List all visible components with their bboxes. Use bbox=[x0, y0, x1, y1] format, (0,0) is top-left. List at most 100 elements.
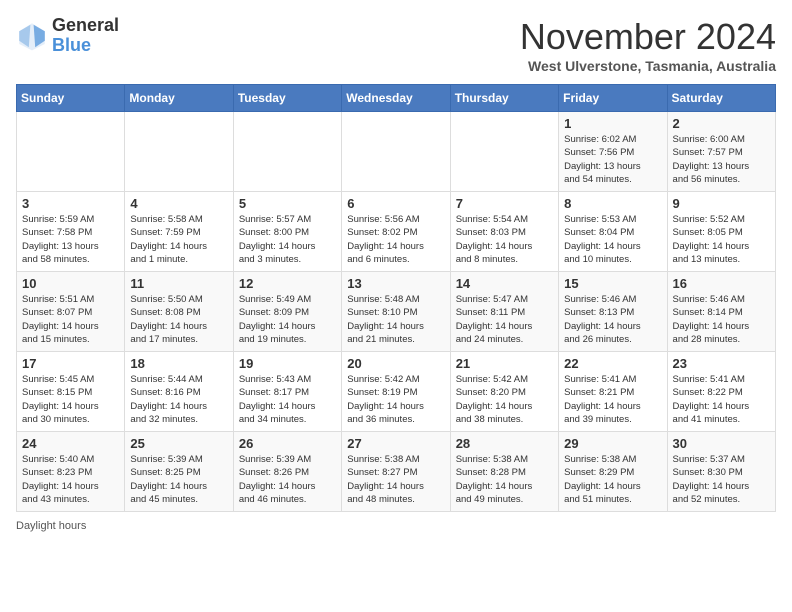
day-info: Sunrise: 5:43 AMSunset: 8:17 PMDaylight:… bbox=[239, 373, 336, 426]
calendar-cell: 4Sunrise: 5:58 AMSunset: 7:59 PMDaylight… bbox=[125, 192, 233, 272]
day-info: Sunrise: 5:38 AMSunset: 8:29 PMDaylight:… bbox=[564, 453, 661, 506]
calendar-cell: 1 Sunrise: 6:02 AMSunset: 7:56 PMDaylight… bbox=[559, 112, 667, 192]
calendar-cell bbox=[233, 112, 341, 192]
calendar-cell bbox=[342, 112, 450, 192]
day-info: Sunrise: 5:37 AMSunset: 8:30 PMDaylight:… bbox=[673, 453, 770, 506]
calendar-cell: 16 Sunrise: 5:46 AMSunset: 8:14 PMDayligh… bbox=[667, 272, 775, 352]
day-info: Sunrise: 5:56 AMSunset: 8:02 PMDaylight:… bbox=[347, 213, 444, 266]
calendar-cell: 11 Sunrise: 5:50 AMSunset: 8:08 PMDayligh… bbox=[125, 272, 233, 352]
day-info: Sunrise: 5:52 AMSunset: 8:05 PMDaylight:… bbox=[673, 213, 770, 266]
calendar-cell: 9 Sunrise: 5:52 AMSunset: 8:05 PMDaylight… bbox=[667, 192, 775, 272]
calendar-week-row: 1 Sunrise: 6:02 AMSunset: 7:56 PMDaylight… bbox=[17, 112, 776, 192]
day-info: Sunrise: 5:41 AMSunset: 8:22 PMDaylight:… bbox=[673, 373, 770, 426]
day-number: 17 bbox=[22, 356, 119, 371]
calendar-cell bbox=[17, 112, 125, 192]
day-info: Sunrise: 5:49 AMSunset: 8:09 PMDaylight:… bbox=[239, 293, 336, 346]
calendar-week-row: 3 Sunrise: 5:59 AMSunset: 7:58 PMDaylight… bbox=[17, 192, 776, 272]
logo-blue-text: Blue bbox=[52, 36, 119, 56]
day-info: Sunrise: 5:50 AMSunset: 8:08 PMDaylight:… bbox=[130, 293, 227, 346]
page-header: General Blue November 2024 West Ulversto… bbox=[16, 16, 776, 74]
calendar-cell: 6 Sunrise: 5:56 AMSunset: 8:02 PMDaylight… bbox=[342, 192, 450, 272]
calendar-header-row: SundayMondayTuesdayWednesdayThursdayFrid… bbox=[17, 85, 776, 112]
day-number: 24 bbox=[22, 436, 119, 451]
day-number: 10 bbox=[22, 276, 119, 291]
calendar-cell bbox=[125, 112, 233, 192]
logo-general-text: General bbox=[52, 16, 119, 36]
day-number: 25 bbox=[130, 436, 227, 451]
day-info: Sunrise: 5:48 AMSunset: 8:10 PMDaylight:… bbox=[347, 293, 444, 346]
day-info: Sunrise: 5:51 AMSunset: 8:07 PMDaylight:… bbox=[22, 293, 119, 346]
calendar-cell: 28Sunrise: 5:38 AMSunset: 8:28 PMDayligh… bbox=[450, 432, 558, 512]
calendar-cell: 12Sunrise: 5:49 AMSunset: 8:09 PMDayligh… bbox=[233, 272, 341, 352]
calendar-cell: 3 Sunrise: 5:59 AMSunset: 7:58 PMDaylight… bbox=[17, 192, 125, 272]
calendar-cell: 29 Sunrise: 5:38 AMSunset: 8:29 PMDayligh… bbox=[559, 432, 667, 512]
day-number: 20 bbox=[347, 356, 444, 371]
day-number: 14 bbox=[456, 276, 553, 291]
footer: Daylight hours bbox=[16, 520, 776, 532]
day-info: Sunrise: 6:00 AMSunset: 7:57 PMDaylight:… bbox=[673, 133, 770, 186]
calendar-cell: 14 Sunrise: 5:47 AMSunset: 8:11 PMDayligh… bbox=[450, 272, 558, 352]
day-number: 13 bbox=[347, 276, 444, 291]
calendar-cell: 21 Sunrise: 5:42 AMSunset: 8:20 PMDayligh… bbox=[450, 352, 558, 432]
calendar-header-sunday: Sunday bbox=[17, 85, 125, 112]
calendar-cell: 10 Sunrise: 5:51 AMSunset: 8:07 PMDayligh… bbox=[17, 272, 125, 352]
day-info: Sunrise: 5:54 AMSunset: 8:03 PMDaylight:… bbox=[456, 213, 553, 266]
day-number: 3 bbox=[22, 196, 119, 211]
title-block: November 2024 West Ulverstone, Tasmania,… bbox=[520, 16, 776, 74]
day-info: Sunrise: 5:42 AMSunset: 8:19 PMDaylight:… bbox=[347, 373, 444, 426]
calendar-cell: 19Sunrise: 5:43 AMSunset: 8:17 PMDayligh… bbox=[233, 352, 341, 432]
day-info: Sunrise: 5:38 AMSunset: 8:28 PMDaylight:… bbox=[456, 453, 553, 506]
day-info: Sunrise: 5:57 AMSunset: 8:00 PMDaylight:… bbox=[239, 213, 336, 266]
day-number: 22 bbox=[564, 356, 661, 371]
day-number: 26 bbox=[239, 436, 336, 451]
calendar-week-row: 17Sunrise: 5:45 AMSunset: 8:15 PMDayligh… bbox=[17, 352, 776, 432]
calendar-cell: 13 Sunrise: 5:48 AMSunset: 8:10 PMDayligh… bbox=[342, 272, 450, 352]
day-number: 8 bbox=[564, 196, 661, 211]
day-number: 6 bbox=[347, 196, 444, 211]
calendar-cell: 30 Sunrise: 5:37 AMSunset: 8:30 PMDayligh… bbox=[667, 432, 775, 512]
day-number: 27 bbox=[347, 436, 444, 451]
calendar-cell: 20 Sunrise: 5:42 AMSunset: 8:19 PMDayligh… bbox=[342, 352, 450, 432]
day-number: 7 bbox=[456, 196, 553, 211]
day-number: 16 bbox=[673, 276, 770, 291]
day-info: Sunrise: 5:46 AMSunset: 8:14 PMDaylight:… bbox=[673, 293, 770, 346]
calendar-header-thursday: Thursday bbox=[450, 85, 558, 112]
day-info: Sunrise: 5:59 AMSunset: 7:58 PMDaylight:… bbox=[22, 213, 119, 266]
day-info: Sunrise: 5:44 AMSunset: 8:16 PMDaylight:… bbox=[130, 373, 227, 426]
day-number: 5 bbox=[239, 196, 336, 211]
calendar-week-row: 10 Sunrise: 5:51 AMSunset: 8:07 PMDayligh… bbox=[17, 272, 776, 352]
day-number: 9 bbox=[673, 196, 770, 211]
day-number: 21 bbox=[456, 356, 553, 371]
day-number: 15 bbox=[564, 276, 661, 291]
calendar-header-friday: Friday bbox=[559, 85, 667, 112]
day-number: 29 bbox=[564, 436, 661, 451]
day-number: 30 bbox=[673, 436, 770, 451]
calendar-cell: 25Sunrise: 5:39 AMSunset: 8:25 PMDayligh… bbox=[125, 432, 233, 512]
day-info: Sunrise: 5:38 AMSunset: 8:27 PMDaylight:… bbox=[347, 453, 444, 506]
calendar-cell: 18 Sunrise: 5:44 AMSunset: 8:16 PMDayligh… bbox=[125, 352, 233, 432]
calendar-cell: 17Sunrise: 5:45 AMSunset: 8:15 PMDayligh… bbox=[17, 352, 125, 432]
day-info: Sunrise: 6:02 AMSunset: 7:56 PMDaylight:… bbox=[564, 133, 661, 186]
calendar-table: SundayMondayTuesdayWednesdayThursdayFrid… bbox=[16, 84, 776, 512]
calendar-cell: 7 Sunrise: 5:54 AMSunset: 8:03 PMDaylight… bbox=[450, 192, 558, 272]
calendar-cell: 5 Sunrise: 5:57 AMSunset: 8:00 PMDaylight… bbox=[233, 192, 341, 272]
logo-text: General Blue bbox=[52, 16, 119, 56]
calendar-cell: 23Sunrise: 5:41 AMSunset: 8:22 PMDayligh… bbox=[667, 352, 775, 432]
day-number: 1 bbox=[564, 116, 661, 131]
calendar-cell: 15Sunrise: 5:46 AMSunset: 8:13 PMDayligh… bbox=[559, 272, 667, 352]
calendar-cell: 26 Sunrise: 5:39 AMSunset: 8:26 PMDayligh… bbox=[233, 432, 341, 512]
calendar-cell: 2 Sunrise: 6:00 AMSunset: 7:57 PMDaylight… bbox=[667, 112, 775, 192]
day-info: Sunrise: 5:39 AMSunset: 8:26 PMDaylight:… bbox=[239, 453, 336, 506]
day-info: Sunrise: 5:42 AMSunset: 8:20 PMDaylight:… bbox=[456, 373, 553, 426]
month-title: November 2024 bbox=[520, 16, 776, 58]
logo-icon bbox=[16, 20, 48, 52]
day-number: 18 bbox=[130, 356, 227, 371]
day-info: Sunrise: 5:58 AMSunset: 7:59 PMDaylight:… bbox=[130, 213, 227, 266]
calendar-cell: 24 Sunrise: 5:40 AMSunset: 8:23 PMDayligh… bbox=[17, 432, 125, 512]
day-info: Sunrise: 5:47 AMSunset: 8:11 PMDaylight:… bbox=[456, 293, 553, 346]
day-info: Sunrise: 5:40 AMSunset: 8:23 PMDaylight:… bbox=[22, 453, 119, 506]
day-number: 11 bbox=[130, 276, 227, 291]
day-number: 2 bbox=[673, 116, 770, 131]
day-info: Sunrise: 5:41 AMSunset: 8:21 PMDaylight:… bbox=[564, 373, 661, 426]
logo: General Blue bbox=[16, 16, 119, 56]
